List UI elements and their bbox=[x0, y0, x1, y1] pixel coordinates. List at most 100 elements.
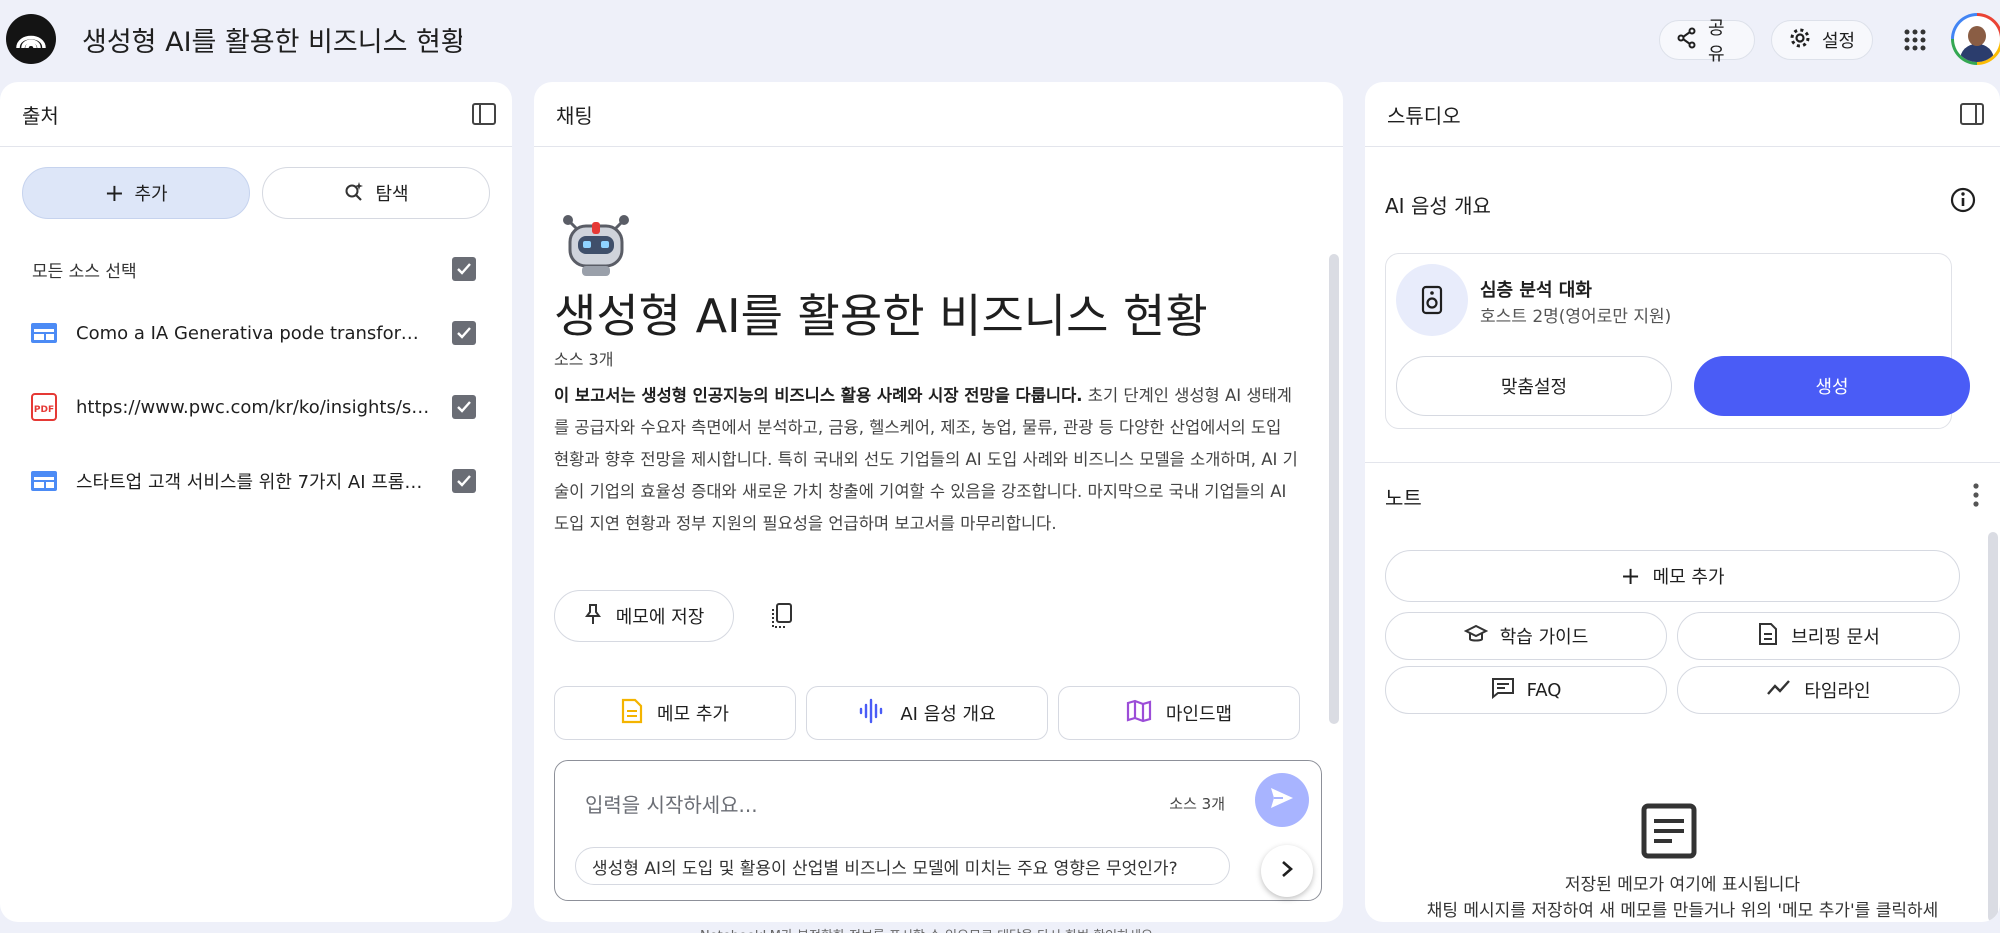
add-memo-action-label: 메모 추가 bbox=[657, 704, 729, 725]
map-icon bbox=[1126, 699, 1152, 728]
pin-icon bbox=[584, 603, 602, 630]
robot-emoji-icon bbox=[560, 208, 632, 280]
summary-body: 초기 단계인 생성형 AI 생태계를 공급자와 수요자 측면에서 분석하고, 금… bbox=[554, 386, 1298, 533]
suggested-question-chip[interactable]: 생성형 AI의 도입 및 활용이 산업별 비즈니스 모델에 미치는 주요 영향은… bbox=[575, 847, 1230, 885]
gear-icon bbox=[1788, 26, 1812, 55]
faq-button[interactable]: FAQ bbox=[1385, 666, 1667, 714]
graduation-cap-icon bbox=[1463, 624, 1488, 649]
source-checkbox[interactable] bbox=[452, 469, 476, 493]
web-source-icon bbox=[30, 467, 58, 495]
notebook-summary: 이 보고서는 생성형 인공지능의 비즈니스 활용 사례와 시장 전망을 다룹니다… bbox=[554, 380, 1299, 540]
chat-content: 생성형 AI를 활용한 비즈니스 현황 소스 3개 이 보고서는 생성형 인공지… bbox=[534, 148, 1343, 756]
share-button[interactable]: 공유 bbox=[1659, 18, 1755, 65]
plus-icon: + bbox=[1620, 562, 1641, 590]
notebook-heading: 생성형 AI를 활용한 비즈니스 현황 bbox=[554, 289, 1208, 343]
search-sparkle-icon bbox=[343, 180, 365, 207]
collapse-panel-icon[interactable] bbox=[1958, 100, 1986, 128]
faq-label: FAQ bbox=[1526, 679, 1562, 701]
send-button[interactable] bbox=[1255, 773, 1309, 827]
collapse-panel-icon[interactable] bbox=[470, 100, 498, 128]
add-memo-action-button[interactable]: 메모 추가 bbox=[554, 686, 796, 740]
next-suggestion-button[interactable] bbox=[1261, 845, 1313, 897]
chat-header: 채팅 bbox=[534, 82, 1343, 147]
divider bbox=[1365, 462, 2000, 463]
audio-overview-action-label: AI 음성 개요 bbox=[900, 704, 996, 725]
source-item[interactable]: Como a IA Generativa pode transformar ..… bbox=[30, 312, 476, 354]
select-all-checkbox[interactable] bbox=[452, 257, 476, 281]
pdf-icon: PDF bbox=[30, 393, 58, 421]
source-item[interactable]: PDF https://www.pwc.com/kr/ko/insights/s… bbox=[30, 386, 476, 428]
copy-icon[interactable] bbox=[766, 600, 798, 632]
chat-composer: 입력을 시작하세요... 소스 3개 생성형 AI의 도입 및 활용이 산업별 … bbox=[554, 760, 1322, 901]
web-source-icon bbox=[30, 319, 58, 347]
source-title: Como a IA Generativa pode transformar ..… bbox=[76, 322, 436, 344]
mindmap-action-button[interactable]: 마인드맵 bbox=[1058, 686, 1300, 740]
add-memo-label: 메모 추가 bbox=[1652, 567, 1725, 588]
summary-lead: 이 보고서는 생성형 인공지능의 비즈니스 활용 사례와 시장 전망을 다룹니다… bbox=[554, 386, 1083, 405]
add-source-label: 추가 bbox=[134, 184, 168, 205]
settings-button[interactable]: 설정 bbox=[1771, 20, 1873, 60]
chat-panel: 채팅 생성형 AI를 활용한 비즈니스 현황 소스 3개 이 보고서는 생성형 … bbox=[534, 82, 1343, 922]
explore-label: 탐색 bbox=[375, 184, 409, 205]
customize-button[interactable]: 맞춤설정 bbox=[1396, 356, 1672, 416]
sources-panel: 출처 + 추가 탐색 모든 소스 선택 Como a IA Generativa… bbox=[0, 82, 512, 922]
source-item[interactable]: 스타트업 고객 서비스를 위한 7가지 AI 프롬프... bbox=[30, 460, 476, 502]
select-all-label: 모든 소스 선택 bbox=[32, 261, 137, 282]
studio-header: 스튜디오 bbox=[1365, 82, 2000, 147]
empty-notes-title: 저장된 메모가 여기에 표시됩니다 bbox=[1564, 875, 1801, 895]
plus-icon: + bbox=[104, 179, 125, 207]
disclaimer-text: NotebookLM가 부정확한 정보를 표시할 수 있으므로 대답을 다시 한… bbox=[700, 925, 1350, 933]
deep-dive-title: 심층 분석 대화 bbox=[1480, 280, 1592, 301]
source-count: 소스 3개 bbox=[554, 350, 614, 369]
sources-header: 출처 bbox=[0, 82, 512, 147]
briefing-doc-button[interactable]: 브리핑 문서 bbox=[1677, 612, 1960, 660]
more-options-icon[interactable] bbox=[1971, 482, 1981, 508]
studio-panel: 스튜디오 AI 음성 개요 심층 분석 대화 호스트 2명(영어로만 지원) 맞… bbox=[1365, 82, 2000, 922]
timeline-label: 타임라인 bbox=[1804, 681, 1871, 702]
trending-line-icon bbox=[1766, 678, 1792, 703]
notebooklm-logo-icon[interactable] bbox=[6, 14, 56, 64]
studio-title: 스튜디오 bbox=[1387, 103, 1461, 128]
audio-wave-icon bbox=[858, 698, 886, 729]
deep-dive-card: 심층 분석 대화 호스트 2명(영어로만 지원) 맞춤설정 생성 bbox=[1385, 253, 1970, 429]
share-label: 공유 bbox=[1708, 18, 1725, 65]
top-bar: 생성형 AI를 활용한 비즈니스 현황 공유 설정 bbox=[0, 0, 2000, 80]
save-to-memo-button[interactable]: 메모에 저장 bbox=[554, 590, 734, 642]
source-title: https://www.pwc.com/kr/ko/insights/samil… bbox=[76, 396, 436, 418]
mindmap-action-label: 마인드맵 bbox=[1165, 704, 1233, 725]
briefing-doc-label: 브리핑 문서 bbox=[1791, 627, 1880, 648]
source-title: 스타트업 고객 서비스를 위한 7가지 AI 프롬프... bbox=[76, 472, 436, 493]
send-icon bbox=[1269, 786, 1295, 814]
apps-grid-icon[interactable] bbox=[1895, 20, 1935, 60]
audio-overview-action-button[interactable]: AI 음성 개요 bbox=[806, 686, 1048, 740]
empty-notes-subtitle: 채팅 메시지를 저장하여 새 메모를 만들거나 위의 '메모 추가'를 클릭하세 bbox=[1426, 901, 1939, 921]
explore-button[interactable]: 탐색 bbox=[262, 167, 490, 219]
source-checkbox[interactable] bbox=[452, 395, 476, 419]
chat-title: 채팅 bbox=[556, 103, 593, 128]
deep-dive-subtitle: 호스트 2명(영어로만 지원) bbox=[1480, 307, 1672, 327]
svg-text:PDF: PDF bbox=[34, 405, 54, 415]
document-icon bbox=[1757, 622, 1779, 651]
info-icon[interactable] bbox=[1949, 186, 1977, 214]
save-to-memo-label: 메모에 저장 bbox=[615, 607, 705, 628]
settings-label: 설정 bbox=[1822, 31, 1856, 52]
composer-source-count: 소스 3개 bbox=[1169, 795, 1225, 813]
notebook-title[interactable]: 생성형 AI를 활용한 비즈니스 현황 bbox=[82, 20, 462, 59]
audio-overview-heading: AI 음성 개요 bbox=[1385, 194, 1491, 218]
add-memo-button[interactable]: + 메모 추가 bbox=[1385, 550, 1960, 602]
avatar[interactable] bbox=[1951, 13, 2000, 65]
chat-scrollbar[interactable] bbox=[1329, 254, 1339, 724]
share-icon bbox=[1676, 27, 1698, 54]
sources-title: 출처 bbox=[22, 103, 59, 128]
studio-scrollbar[interactable] bbox=[1988, 532, 1998, 922]
memo-doc-icon bbox=[621, 698, 643, 729]
generate-button[interactable]: 생성 bbox=[1694, 356, 1970, 416]
add-source-button[interactable]: + 추가 bbox=[22, 167, 250, 219]
chat-input[interactable]: 입력을 시작하세요... bbox=[585, 789, 758, 818]
study-guide-button[interactable]: 학습 가이드 bbox=[1385, 612, 1667, 660]
source-checkbox[interactable] bbox=[452, 321, 476, 345]
timeline-button[interactable]: 타임라인 bbox=[1677, 666, 1960, 714]
speaker-icon bbox=[1396, 264, 1468, 336]
chat-lines-icon bbox=[1491, 677, 1515, 704]
select-all-row: 모든 소스 선택 bbox=[32, 248, 476, 290]
